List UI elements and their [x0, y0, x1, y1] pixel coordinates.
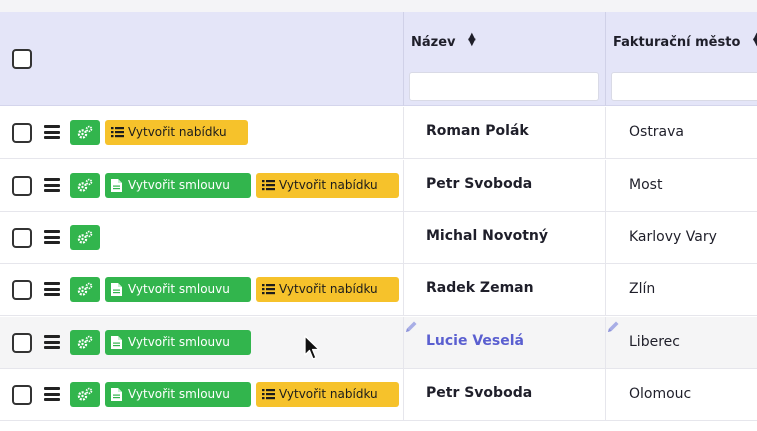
customer-name: Radek Zeman: [426, 280, 534, 296]
gears-icon: [77, 178, 93, 192]
column-name-sort[interactable]: Název ▲ ▼: [411, 31, 476, 51]
pencil-icon[interactable]: [405, 320, 418, 333]
create-contract-label: Vytvořit smlouvu: [128, 282, 230, 296]
list-icon: [262, 284, 275, 295]
customer-name: Michal Novotný: [426, 228, 548, 244]
row-checkbox[interactable]: [12, 385, 32, 405]
actions-button[interactable]: [70, 225, 100, 250]
cell-name: Radek Zeman: [403, 264, 605, 316]
cell-name: Roman Polák: [403, 107, 605, 159]
hamburger-menu-icon[interactable]: [44, 282, 60, 296]
filter-name-input[interactable]: [409, 72, 599, 101]
create-contract-button[interactable]: Vytvořit smlouvu: [105, 330, 251, 355]
hamburger-menu-icon[interactable]: [44, 178, 60, 192]
create-offer-label: Vytvořit nabídku: [279, 387, 378, 401]
sort-icon: ▲ ▼: [752, 31, 757, 48]
billing-city: Zlín: [629, 281, 656, 297]
cell-city: Most: [605, 160, 757, 212]
billing-city: Olomouc: [629, 386, 692, 402]
list-icon: [262, 389, 275, 400]
row-checkbox[interactable]: [12, 333, 32, 353]
create-offer-button[interactable]: Vytvořit nabídku: [105, 120, 248, 145]
gears-icon: [77, 230, 93, 244]
mouse-pointer-icon: [304, 335, 320, 360]
cell-city: Karlovy Vary: [605, 212, 757, 264]
gears-icon: [77, 335, 93, 349]
table-header: Název ▲ ▼ Fakturační město ▲ ▼: [0, 12, 757, 106]
pencil-icon[interactable]: [607, 320, 620, 333]
create-contract-button[interactable]: Vytvořit smlouvu: [105, 277, 251, 302]
billing-city: Liberec: [629, 334, 680, 350]
create-offer-label: Vytvořit nabídku: [279, 178, 378, 192]
hamburger-menu-icon[interactable]: [44, 335, 60, 349]
cell-city: Zlín: [605, 264, 757, 316]
customer-name: Roman Polák: [426, 123, 529, 139]
create-contract-button[interactable]: Vytvořit smlouvu: [105, 173, 251, 198]
table-row: Vytvořit smlouvu Vytvořit nabídku Radek …: [0, 264, 757, 316]
create-offer-button[interactable]: Vytvořit nabídku: [256, 277, 399, 302]
hamburger-menu-icon[interactable]: [44, 387, 60, 401]
billing-city: Ostrava: [629, 124, 685, 140]
sort-icon: ▲ ▼: [468, 31, 476, 48]
cell-city: Liberec: [605, 317, 757, 369]
create-offer-button[interactable]: Vytvořit nabídku: [256, 173, 399, 198]
gears-icon: [77, 387, 93, 401]
column-city-sort[interactable]: Fakturační město ▲ ▼: [613, 31, 757, 51]
row-checkbox[interactable]: [12, 176, 32, 196]
create-contract-label: Vytvořit smlouvu: [128, 335, 230, 349]
create-offer-button[interactable]: Vytvořit nabídku: [256, 382, 399, 407]
cell-city: Olomouc: [605, 369, 757, 421]
actions-button[interactable]: [70, 173, 100, 198]
cell-city: Ostrava: [605, 107, 757, 159]
actions-button[interactable]: [70, 120, 100, 145]
column-name-label: Název: [411, 35, 456, 50]
column-header-city: Fakturační město ▲ ▼: [605, 12, 757, 106]
billing-city: Karlovy Vary: [629, 229, 717, 245]
actions-button[interactable]: [70, 277, 100, 302]
create-contract-label: Vytvořit smlouvu: [128, 178, 230, 192]
customer-name: Petr Svoboda: [426, 385, 533, 401]
filter-city-input[interactable]: [611, 72, 757, 101]
create-offer-label: Vytvořit nabídku: [128, 125, 227, 139]
document-icon: [111, 283, 122, 296]
gears-icon: [77, 282, 93, 296]
gears-icon: [77, 125, 93, 139]
customer-name-link[interactable]: Lucie Veselá: [426, 333, 524, 349]
document-icon: [111, 336, 122, 349]
column-city-label: Fakturační město: [613, 35, 741, 50]
hamburger-menu-icon[interactable]: [44, 125, 60, 139]
actions-button[interactable]: [70, 382, 100, 407]
cell-name: Michal Novotný: [403, 212, 605, 264]
row-checkbox[interactable]: [12, 228, 32, 248]
create-contract-label: Vytvořit smlouvu: [128, 387, 230, 401]
document-icon: [111, 179, 122, 192]
header-select-cell: [0, 12, 403, 106]
cell-name: Petr Svoboda: [403, 369, 605, 421]
table-row: Vytvořit smlouvu Lucie Veselá Liberec: [0, 317, 757, 369]
table-row: Vytvořit smlouvu Vytvořit nabídku Petr S…: [0, 160, 757, 212]
create-offer-label: Vytvořit nabídku: [279, 282, 378, 296]
cell-name: Lucie Veselá: [403, 317, 605, 369]
table-row: Michal Novotný Karlovy Vary: [0, 212, 757, 264]
document-icon: [111, 388, 122, 401]
customer-name: Petr Svoboda: [426, 176, 533, 192]
actions-button[interactable]: [70, 330, 100, 355]
list-icon: [111, 127, 124, 138]
row-checkbox[interactable]: [12, 123, 32, 143]
select-all-checkbox[interactable]: [12, 49, 32, 69]
list-icon: [262, 180, 275, 191]
billing-city: Most: [629, 177, 663, 193]
row-checkbox[interactable]: [12, 280, 32, 300]
column-header-name: Název ▲ ▼: [403, 12, 605, 106]
cell-name: Petr Svoboda: [403, 160, 605, 212]
table-row: Vytvořit smlouvu Vytvořit nabídku Petr S…: [0, 369, 757, 421]
table-row: Vytvořit nabídku Roman Polák Ostrava: [0, 107, 757, 159]
hamburger-menu-icon[interactable]: [44, 230, 60, 244]
top-strip: [0, 0, 757, 12]
create-contract-button[interactable]: Vytvořit smlouvu: [105, 382, 251, 407]
